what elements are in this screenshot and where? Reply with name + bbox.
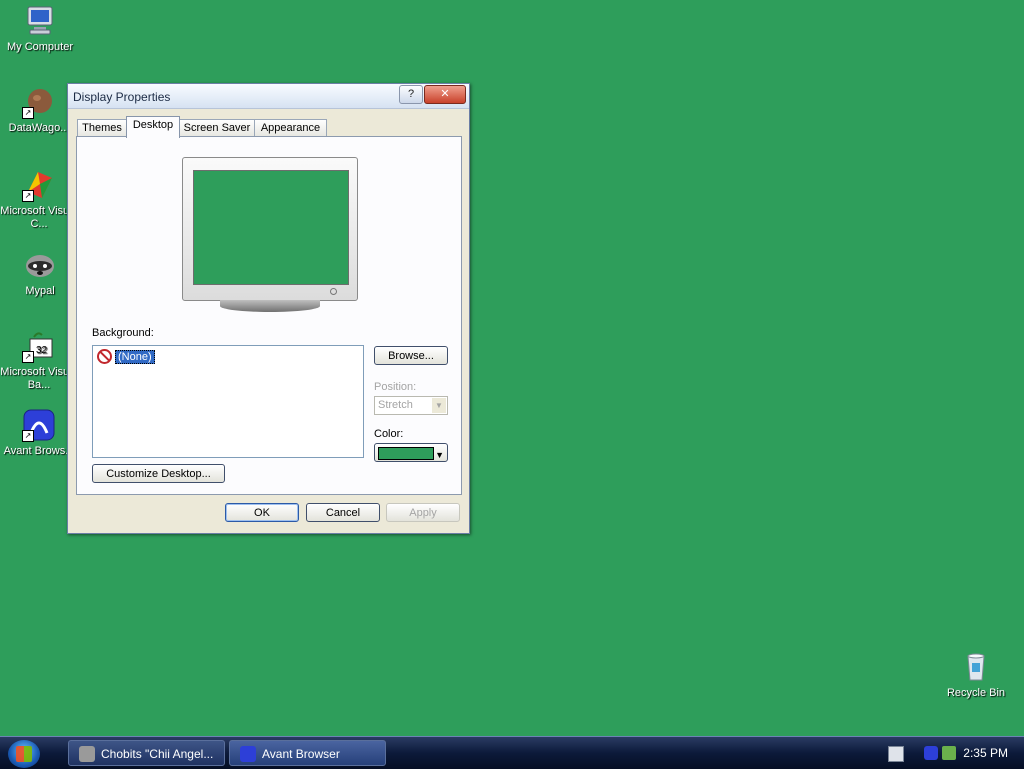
chevron-down-icon: ▼: [432, 398, 446, 413]
mypal-icon: [79, 746, 95, 762]
system-tray: 2:35 PM: [872, 738, 1024, 768]
start-button[interactable]: [8, 740, 40, 768]
recycle-bin-icon: [959, 650, 993, 684]
position-label: Position:: [374, 381, 417, 393]
mypal-icon: [23, 248, 57, 282]
windows-logo-icon: [16, 746, 32, 762]
desktop-icon-label: My Computer: [6, 41, 74, 53]
desktop-icon-recycle-bin[interactable]: Recycle Bin: [937, 650, 1015, 700]
desktop-tab-panel: Background: (None) Browse... Position: S…: [76, 136, 462, 495]
taskbar-button-label: Avant Browser: [262, 747, 340, 761]
help-button[interactable]: ?: [399, 85, 423, 104]
shortcut-arrow-icon: ↗: [22, 430, 34, 442]
display-properties-dialog: Display Properties ? ✕ Themes Desktop Sc…: [67, 83, 470, 534]
position-select[interactable]: Stretch ▼: [374, 396, 448, 415]
tab-themes[interactable]: Themes: [77, 119, 127, 137]
close-button[interactable]: ✕: [424, 85, 466, 104]
monitor-bezel: [182, 157, 358, 301]
computer-icon: [23, 4, 57, 38]
taskbar-button-label: Chobits "Chii Angel...: [101, 747, 214, 761]
color-picker-button[interactable]: ▼: [374, 443, 448, 462]
background-label: Background:: [92, 327, 154, 339]
list-item[interactable]: (None): [97, 349, 155, 364]
visual-c-icon: ↗: [22, 168, 56, 202]
monitor-preview: [182, 157, 358, 317]
svg-text:32: 32: [36, 345, 48, 356]
avant-browser-icon: [240, 746, 256, 762]
tab-desktop[interactable]: Desktop: [126, 116, 180, 138]
color-swatch: [378, 447, 434, 460]
keyboard-icon[interactable]: [888, 746, 904, 762]
monitor-screen-preview: [193, 170, 349, 285]
chevron-down-icon: ▼: [435, 450, 444, 460]
tab-appearance[interactable]: Appearance: [254, 119, 327, 137]
avant-browser-icon: ↗: [22, 408, 56, 442]
desktop-icon-my-computer[interactable]: My Computer: [1, 4, 79, 54]
none-icon: [97, 349, 112, 364]
ok-button[interactable]: OK: [225, 503, 299, 522]
apply-button[interactable]: Apply: [386, 503, 460, 522]
dialog-title: Display Properties: [73, 90, 171, 104]
network-icon[interactable]: [942, 746, 956, 760]
position-select-value: Stretch: [378, 399, 413, 411]
shortcut-arrow-icon: ↗: [22, 351, 34, 363]
taskbar-button-chobits[interactable]: Chobits "Chii Angel...: [68, 740, 225, 766]
clock[interactable]: 2:35 PM: [963, 746, 1008, 760]
avant-browser-tray-icon[interactable]: [924, 746, 938, 760]
taskbar-button-avant-browser[interactable]: Avant Browser: [229, 740, 386, 766]
color-label: Color:: [374, 428, 404, 440]
background-listbox[interactable]: (None): [92, 345, 364, 458]
cancel-button[interactable]: Cancel: [306, 503, 380, 522]
shortcut-arrow-icon: ↗: [22, 190, 34, 202]
power-led-icon: [330, 288, 337, 295]
customize-desktop-button[interactable]: Customize Desktop...: [92, 464, 225, 483]
background-item-none[interactable]: (None): [115, 349, 155, 364]
datawagon-icon: ↗: [22, 85, 56, 119]
taskbar: Chobits "Chii Angel... Avant Browser 2:3…: [0, 736, 1024, 769]
visual-basic-icon: 32 ↗: [22, 329, 56, 363]
desktop-icon-label: Recycle Bin: [946, 687, 1006, 699]
tab-screen-saver[interactable]: Screen Saver: [179, 119, 255, 137]
monitor-stand: [220, 300, 320, 312]
shortcut-arrow-icon: ↗: [22, 107, 34, 119]
browse-button[interactable]: Browse...: [374, 346, 448, 365]
dialog-titlebar[interactable]: Display Properties ? ✕: [68, 84, 469, 109]
